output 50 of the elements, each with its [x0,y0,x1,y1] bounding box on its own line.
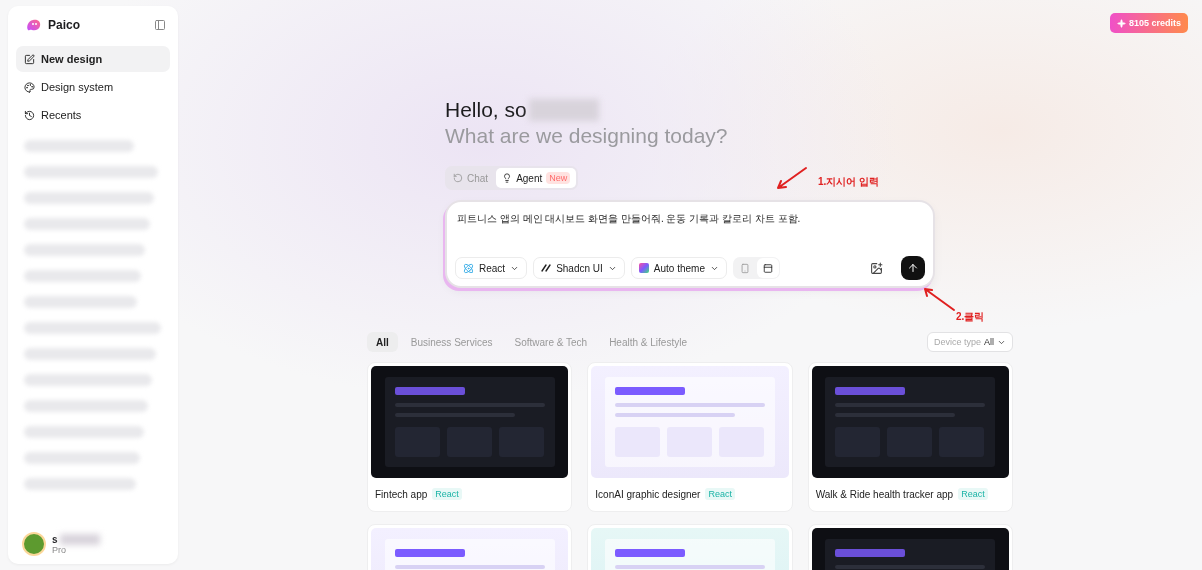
framework-tag: React [705,488,735,500]
mode-tab[interactable]: Agent New [496,168,577,188]
avatar [22,532,46,556]
template-title: Fintech app [375,488,428,500]
device-type-filter[interactable]: Device type All [926,332,1013,352]
option-dropdown[interactable]: React [455,257,528,279]
nav-item[interactable]: New design [16,46,170,72]
slashes-icon [541,263,552,273]
arrow-up-icon [907,262,919,274]
image-plus-icon [870,261,883,275]
annotation-label: 1.지시어 입력 [818,175,880,189]
template-card[interactable]: Walk & Ride health tracker app React [807,362,1013,512]
sidebar-toggle-icon[interactable] [154,19,166,31]
nav-item[interactable]: Design system [16,74,170,100]
phone-icon [740,262,750,274]
prompt-field[interactable]: 피트니스 앱의 메인 대시보드 화면을 만들어줘. 운동 기록과 칼로리 차트 포함. React Shadcn UI Auto theme [445,200,935,288]
subtitle: What are we designing today? [445,124,729,148]
framework-tag: React [958,488,988,500]
history-icon [24,109,35,121]
color-square-icon [638,263,649,273]
sparkle-icon [1116,18,1126,28]
brand-name: Paico [48,18,80,32]
annotation-label: 2.클릭 [956,310,985,324]
nav-item[interactable]: Recents [16,102,170,128]
desktop-button[interactable] [757,258,779,278]
template-title: IconAI graphic designer [595,488,701,500]
atom-icon [463,262,474,274]
template-card[interactable]: IconAI graphic designer React [587,362,793,512]
option-dropdown[interactable]: Shadcn UI [533,257,625,279]
annotation-arrow [922,286,956,312]
category-tab[interactable]: All [367,332,398,352]
palette-icon [24,81,35,93]
lightbulb-icon [502,173,513,183]
greeting: Hello, so [445,98,527,122]
annotation-arrow [774,166,808,192]
edit-icon [24,53,35,65]
user-plan: Pro [52,544,67,555]
option-dropdown[interactable]: Auto theme [630,257,727,279]
framework-tag: React [432,488,462,500]
new-badge: New [546,172,571,184]
user-name: s [52,533,58,545]
template-title: Walk & Ride health tracker app [815,488,954,500]
send-button[interactable] [901,256,925,280]
template-card[interactable]: Fintech app React [367,362,573,512]
window-icon [763,262,773,274]
prompt-text: 피트니스 앱의 메인 대시보드 화면을 만들어줘. 운동 기록과 칼로리 차트 포함. [456,212,802,226]
logo-icon [26,18,42,32]
image-upload-button[interactable] [868,259,885,277]
blurred-name [59,533,100,545]
blurred-name [528,99,599,121]
